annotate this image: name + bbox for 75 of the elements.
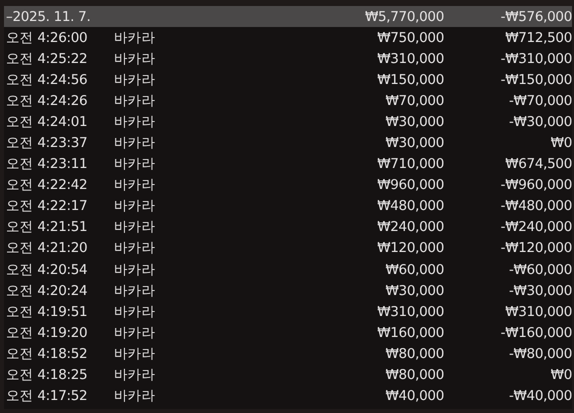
- game-cell-text: 바카라: [114, 155, 156, 174]
- bet-cell-text: ₩310,000: [376, 50, 444, 67]
- game-cell-text: 바카라: [114, 324, 156, 342]
- bet-cell-text: ₩70,000: [384, 92, 444, 109]
- result-cell-text: ₩674,500: [504, 156, 572, 172]
- game-cell-text: 바카라: [114, 218, 156, 236]
- bet-cell-text: ₩160,000: [376, 324, 444, 341]
- game-cell-text: 바카라: [114, 344, 156, 363]
- bet-cell-text: ₩960,000: [376, 177, 444, 194]
- bet-total-cell-text: ₩5,770,000: [364, 8, 444, 24]
- game-cell-text: 바카라: [114, 112, 156, 131]
- time-cell-text: 오전 4:25:22: [5, 50, 88, 68]
- bet-cell-text: ₩750,000: [376, 30, 444, 46]
- time-cell-text: 오전 4:18:52: [5, 344, 88, 363]
- time-cell-text: 오전 4:22:42: [5, 176, 88, 194]
- result-cell-text: -₩310,000: [500, 50, 572, 67]
- bet-cell-text: ₩30,000: [384, 282, 444, 299]
- result-cell-text: ₩0: [550, 367, 572, 384]
- bet-cell-text: ₩80,000: [384, 367, 444, 384]
- result-cell-text: -₩480,000: [500, 198, 572, 214]
- game-cell-text: 바카라: [114, 28, 156, 47]
- time-cell-text: 오전 4:20:54: [5, 260, 88, 279]
- game-cell-text: 바카라: [114, 239, 156, 258]
- time-cell-text: 오전 4:19:51: [5, 302, 88, 321]
- time-cell-text: 오전 4:24:01: [5, 112, 88, 131]
- result-cell-text: -₩150,000: [500, 72, 572, 88]
- bet-cell-text: ₩480,000: [376, 198, 444, 214]
- result-cell-text: -₩30,000: [508, 114, 572, 130]
- game-cell-text: 바카라: [114, 50, 156, 68]
- game-cell-text: 바카라: [114, 387, 156, 406]
- date-cell-text: –2025. 11. 7.: [5, 8, 92, 24]
- result-cell-text: -₩240,000: [500, 219, 572, 236]
- result-cell-text: -₩30,000: [508, 282, 572, 299]
- time-cell-text: 오전 4:23:11: [5, 155, 88, 174]
- time-cell-text: 오전 4:19:20: [5, 324, 88, 342]
- result-cell-text: ₩712,500: [504, 30, 572, 46]
- bet-cell-text: ₩30,000: [384, 135, 444, 152]
- result-cell-text: ₩0: [550, 135, 572, 152]
- game-cell-text: 바카라: [114, 282, 156, 300]
- result-total-cell-text: -₩576,000: [500, 8, 572, 24]
- result-cell-text: -₩120,000: [500, 240, 572, 256]
- game-cell-text: 바카라: [114, 134, 156, 152]
- bet-cell-text: ₩710,000: [376, 156, 444, 172]
- result-cell-text: -₩80,000: [508, 346, 572, 362]
- bet-cell-text: ₩40,000: [384, 388, 444, 404]
- game-cell-text: 바카라: [114, 197, 156, 216]
- time-cell-text: 오전 4:20:24: [5, 282, 88, 300]
- game-cell-text: 바카라: [114, 260, 156, 279]
- time-cell-text: 오전 4:17:52: [5, 387, 88, 406]
- game-cell-text: 바카라: [114, 176, 156, 194]
- bet-cell-text: ₩60,000: [384, 262, 444, 278]
- result-cell-text: -₩960,000: [500, 177, 572, 194]
- result-cell-text: ₩310,000: [504, 304, 572, 320]
- time-cell-text: 오전 4:22:17: [5, 197, 88, 216]
- time-cell-text: 오전 4:21:20: [5, 239, 88, 258]
- bet-cell-text: ₩240,000: [376, 219, 444, 236]
- result-cell-text: -₩160,000: [500, 324, 572, 341]
- time-cell-text: 오전 4:24:26: [5, 92, 88, 110]
- result-cell-text: -₩60,000: [508, 262, 572, 278]
- bet-cell-text: ₩310,000: [376, 304, 444, 320]
- bet-cell-text: ₩120,000: [376, 240, 444, 256]
- time-cell-text: 오전 4:23:37: [5, 134, 88, 152]
- game-cell-text: 바카라: [114, 302, 156, 321]
- time-cell-text: 오전 4:18:25: [5, 366, 88, 384]
- time-cell-text: 오전 4:21:51: [5, 218, 88, 236]
- result-cell-text: -₩70,000: [508, 92, 572, 109]
- bet-cell-text: ₩80,000: [384, 346, 444, 362]
- bet-cell-text: ₩150,000: [376, 72, 444, 88]
- bet-cell-text: ₩30,000: [384, 114, 444, 130]
- game-cell-text: 바카라: [114, 70, 156, 89]
- game-cell-text: 바카라: [114, 366, 156, 384]
- time-cell-text: 오전 4:26:00: [5, 28, 88, 47]
- result-cell-text: -₩40,000: [508, 388, 572, 404]
- game-cell-text: 바카라: [114, 92, 156, 110]
- time-cell-text: 오전 4:24:56: [5, 70, 88, 89]
